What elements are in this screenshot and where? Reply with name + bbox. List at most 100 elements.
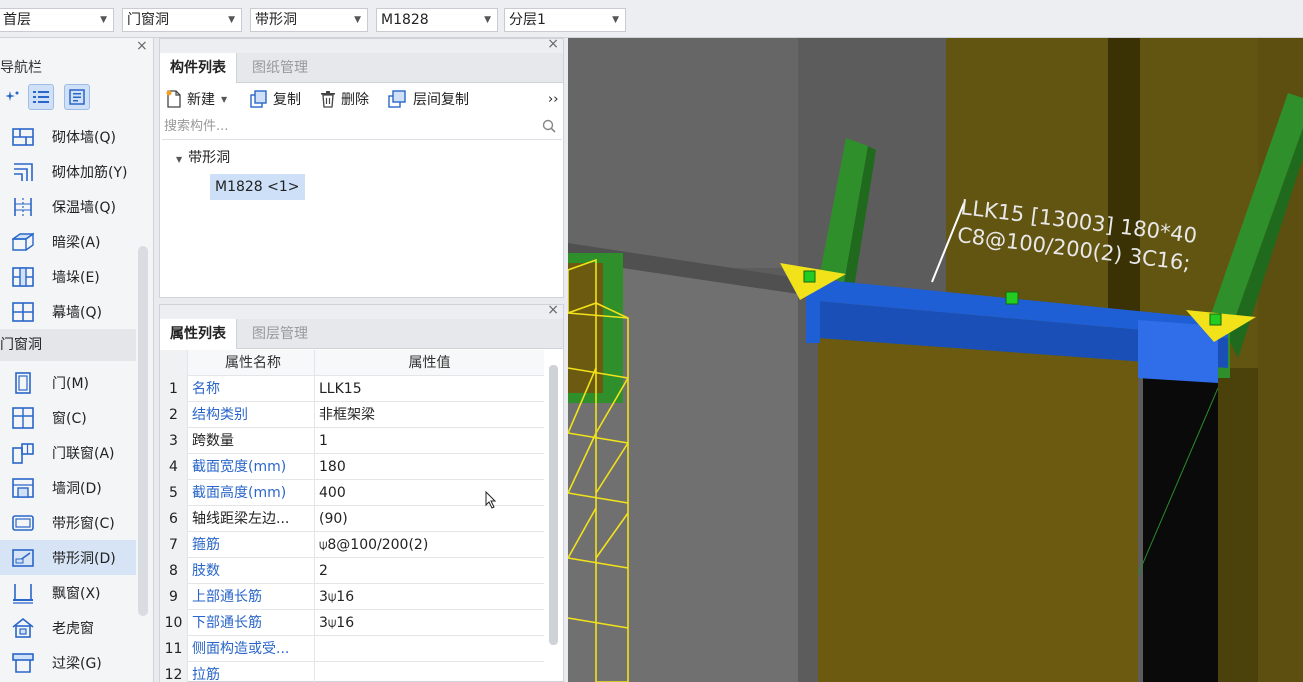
chevron-down-icon[interactable]: ▼ bbox=[176, 155, 182, 164]
tab-component-list[interactable]: 构件列表 bbox=[160, 53, 237, 83]
nav-item-wall-hole[interactable]: 墙洞(D) bbox=[0, 470, 136, 505]
detail-view-icon[interactable] bbox=[64, 84, 90, 110]
nav-item-door[interactable]: 门(M) bbox=[0, 365, 136, 400]
new-button[interactable]: 新建 ▼ bbox=[166, 88, 227, 110]
property-value[interactable]: 2 bbox=[314, 558, 544, 584]
nav-item-lintel[interactable]: 过梁(G) bbox=[0, 645, 136, 680]
beam-midpoint-grip[interactable] bbox=[1005, 291, 1019, 305]
mouse-cursor-icon bbox=[485, 491, 497, 509]
component-dropdown[interactable]: M1828 ▼ bbox=[376, 8, 498, 32]
property-value[interactable]: ⍦8@100/200(2) bbox=[314, 532, 544, 558]
layer-copy-icon bbox=[388, 90, 406, 108]
property-row[interactable]: 6 轴线距梁左边... (90) bbox=[160, 506, 544, 532]
category-dropdown[interactable]: 门窗洞 ▼ bbox=[122, 8, 242, 32]
nav-item-label: 保温墙(Q) bbox=[52, 200, 116, 216]
close-icon[interactable]: × bbox=[136, 38, 148, 54]
close-icon[interactable]: × bbox=[547, 36, 559, 52]
property-row[interactable]: 12 拉筋 bbox=[160, 662, 544, 682]
property-value[interactable]: LLK15 bbox=[314, 376, 544, 402]
nav-item-wall-pier[interactable]: 墙垛(E) bbox=[0, 259, 136, 294]
nav-item-label: 带形洞(D) bbox=[52, 551, 116, 567]
property-row[interactable]: 3 跨数量 1 bbox=[160, 428, 544, 454]
nav-item-label: 砌体墙(Q) bbox=[52, 130, 116, 146]
property-row[interactable]: 1 名称 LLK15 bbox=[160, 376, 544, 402]
property-value[interactable] bbox=[314, 662, 544, 682]
tab-layer-management[interactable]: 图层管理 bbox=[242, 319, 318, 349]
property-value[interactable]: 非框架梁 bbox=[314, 402, 544, 428]
chevron-down-icon[interactable]: ▼ bbox=[221, 95, 227, 104]
nav-item-dormer-window[interactable]: 老虎窗 bbox=[0, 610, 136, 645]
component-toolbar: 新建 ▼ 复制 删除 层间复制 ›› bbox=[160, 84, 563, 114]
property-value[interactable]: 3⍦16 bbox=[314, 584, 544, 610]
search-icon[interactable] bbox=[542, 119, 556, 133]
tree-node-strip-hole[interactable]: ▼ 带形洞 bbox=[176, 147, 230, 167]
chevron-down-icon: ▼ bbox=[100, 15, 107, 25]
property-value[interactable]: 180 bbox=[314, 454, 544, 480]
property-name: 截面高度(mm) bbox=[192, 485, 287, 501]
3d-model-canvas[interactable]: LLK15 [13003] 180*40 C8@100/200(2) 3C16; bbox=[568, 38, 1303, 682]
nav-item-curtain-wall[interactable]: 幕墙(Q) bbox=[0, 294, 136, 329]
property-row[interactable]: 2 结构类别 非框架梁 bbox=[160, 402, 544, 428]
property-value[interactable]: (90) bbox=[314, 506, 544, 532]
property-value[interactable] bbox=[314, 636, 544, 662]
hidden-beam-icon bbox=[12, 232, 34, 251]
delete-button[interactable]: 删除 bbox=[320, 88, 369, 110]
more-button[interactable]: ›› bbox=[548, 88, 558, 110]
row-number: 2 bbox=[160, 402, 188, 428]
component-search-input[interactable]: 搜索构件... bbox=[162, 116, 562, 140]
property-row[interactable]: 11 侧面构造或受... bbox=[160, 636, 544, 662]
nav-scrollbar[interactable] bbox=[138, 246, 148, 616]
property-name: 截面宽度(mm) bbox=[192, 459, 287, 475]
floor-dropdown[interactable]: 首层 ▼ bbox=[0, 8, 114, 32]
nav-item-hidden-beam[interactable]: 暗梁(A) bbox=[0, 224, 136, 259]
copy-icon bbox=[250, 90, 267, 108]
column-header-value: 属性值 bbox=[314, 350, 544, 376]
type-dropdown[interactable]: 带形洞 ▼ bbox=[250, 8, 368, 32]
tab-property-list[interactable]: 属性列表 bbox=[160, 319, 237, 349]
olive-front-wall bbox=[818, 318, 1138, 682]
nav-item-door-window[interactable]: 门联窗(A) bbox=[0, 435, 136, 470]
property-name: 结构类别 bbox=[192, 407, 248, 423]
property-row[interactable]: 9 上部通长筋 3⍦16 bbox=[160, 584, 544, 610]
layer-dropdown[interactable]: 分层1 ▼ bbox=[504, 8, 626, 32]
nav-item-insulation-wall[interactable]: 保温墙(Q) bbox=[0, 189, 136, 224]
tab-drawing-management[interactable]: 图纸管理 bbox=[242, 53, 318, 83]
list-view-icon[interactable] bbox=[28, 84, 54, 110]
property-tabs: 属性列表 图层管理 bbox=[160, 319, 563, 349]
nav-item-brick-wall[interactable]: 砌体墙(Q) bbox=[0, 119, 136, 154]
property-row[interactable]: 8 肢数 2 bbox=[160, 558, 544, 584]
property-row[interactable]: 4 截面宽度(mm) 180 bbox=[160, 454, 544, 480]
nav-item-bay-window[interactable]: 飘窗(X) bbox=[0, 575, 136, 610]
copy-button[interactable]: 复制 bbox=[250, 88, 301, 110]
window-icon bbox=[12, 407, 34, 429]
property-row[interactable]: 10 下部通长筋 3⍦16 bbox=[160, 610, 544, 636]
nav-view-toolbar bbox=[0, 84, 154, 112]
nav-item-wall-rebar[interactable]: 砌体加筋(Y) bbox=[0, 154, 136, 189]
component-list-panel: × 构件列表 图纸管理 新建 ▼ 复制 删除 层间复制 ›› 搜索构件... ▼… bbox=[159, 36, 564, 298]
3d-viewport[interactable]: LLK15 [13003] 180*40 C8@100/200(2) 3C16; bbox=[568, 38, 1303, 682]
sparkle-icon[interactable] bbox=[0, 84, 26, 110]
property-row[interactable]: 7 箍筋 ⍦8@100/200(2) bbox=[160, 532, 544, 558]
property-panel: × 属性列表 图层管理 属性名称 属性值 1 名称 LLK15 2 结构类别 非框架梁 3 跨… bbox=[159, 302, 564, 682]
tree-node-m1828[interactable]: M1828 <1> bbox=[210, 174, 305, 200]
row-number: 7 bbox=[160, 532, 188, 558]
floor-copy-button[interactable]: 层间复制 bbox=[388, 88, 469, 110]
row-number: 9 bbox=[160, 584, 188, 610]
nav-item-strip-hole[interactable]: 带形洞(D) bbox=[0, 540, 136, 575]
bay-window-icon bbox=[13, 584, 33, 604]
top-selector-bar: 首层 ▼ 门窗洞 ▼ 带形洞 ▼ M1828 ▼ 分层1 ▼ bbox=[0, 0, 1303, 38]
nav-title: 导航栏 bbox=[0, 60, 42, 76]
nav-group-openings[interactable]: 门窗洞 bbox=[0, 329, 136, 361]
wall-pier-icon bbox=[12, 267, 34, 287]
property-value[interactable]: 3⍦16 bbox=[314, 610, 544, 636]
chevron-down-icon: ▼ bbox=[612, 15, 619, 25]
property-value[interactable]: 1 bbox=[314, 428, 544, 454]
close-icon[interactable]: × bbox=[547, 302, 559, 318]
property-scrollbar[interactable] bbox=[549, 365, 558, 645]
nav-item-strip-window[interactable]: 带形窗(C) bbox=[0, 505, 136, 540]
row-number: 1 bbox=[160, 376, 188, 402]
property-value[interactable]: 400 bbox=[314, 480, 544, 506]
nav-item-label: 幕墙(Q) bbox=[52, 305, 102, 321]
nav-item-label: 墙洞(D) bbox=[52, 481, 102, 497]
nav-item-window[interactable]: 窗(C) bbox=[0, 400, 136, 435]
